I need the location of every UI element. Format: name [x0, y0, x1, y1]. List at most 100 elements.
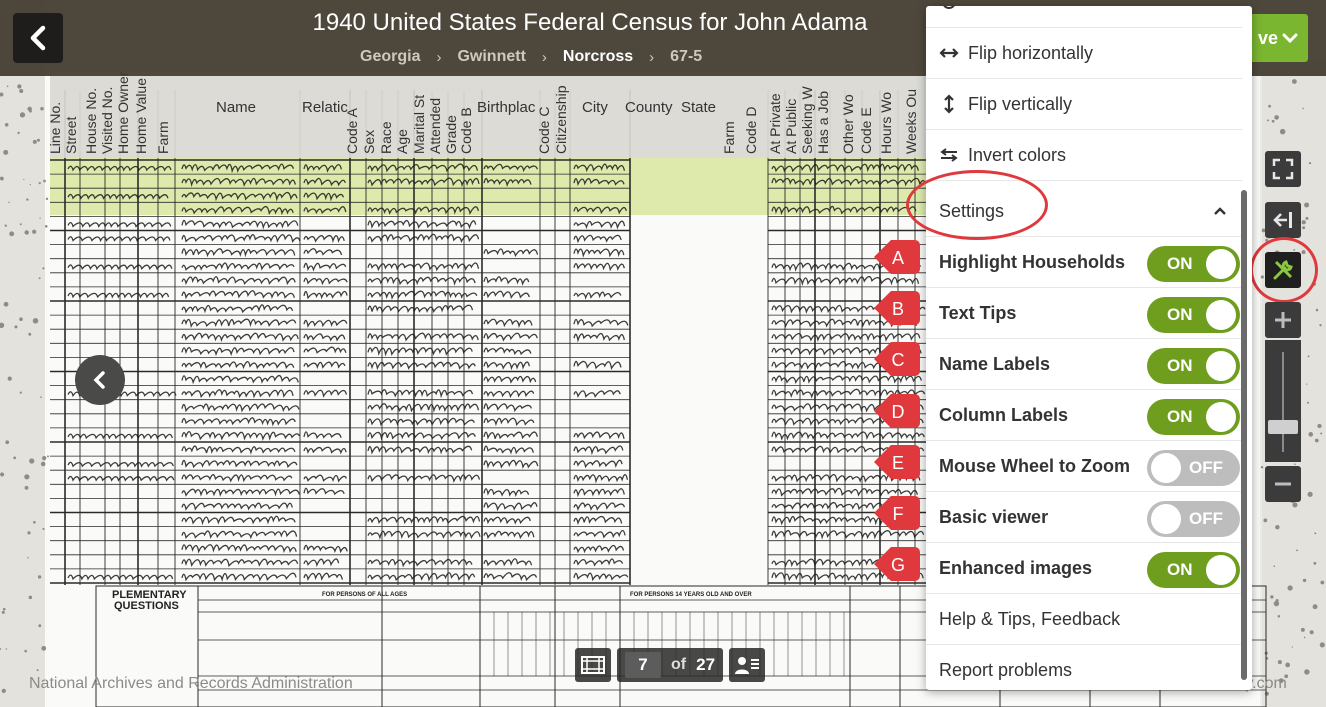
breadcrumb-item-county[interactable]: Gwinnett [457, 48, 525, 66]
setting-label: Text Tips [939, 302, 1017, 323]
menu-item-help-feedback[interactable]: Help & Tips, Feedback [926, 594, 1242, 645]
zoom-slider-thumb[interactable] [1268, 420, 1298, 434]
chevron-right-icon: › [541, 48, 547, 66]
column-label-vertical: At Private [767, 93, 783, 154]
image-credit: National Archives and Records Administra… [29, 675, 353, 692]
column-label-vertical: Home Owner [115, 71, 131, 154]
chevron-right-icon: › [649, 48, 655, 66]
toggle-knob [1206, 351, 1236, 381]
filmstrip-button[interactable] [575, 648, 611, 682]
setting-column-labels: Column Labels ON [926, 390, 1242, 441]
basic-viewer-toggle[interactable]: OFF [1147, 501, 1240, 537]
marker-letter: B [892, 299, 904, 319]
setting-mouse-wheel-zoom: Mouse Wheel to Zoom OFF [926, 441, 1242, 492]
form-supplementary-label-2: QUESTIONS [114, 600, 179, 612]
annotation-marker-e: E [874, 445, 920, 479]
page-title: 1940 United States Federal Census for Jo… [312, 9, 868, 36]
menu-scrollbar[interactable] [1241, 190, 1247, 680]
marker-letter: C [892, 350, 905, 370]
settings-highlight-ring [906, 170, 1048, 240]
column-label-vertical: Line No. [47, 102, 63, 154]
back-button[interactable] [13, 13, 63, 63]
column-label-vertical: Code A [344, 107, 360, 154]
column-label-vertical: Hours Wo [878, 92, 894, 154]
menu-item-flip-horizontal[interactable]: Flip horizontally [926, 28, 1242, 79]
column-label-vertical: Weeks Ou [903, 89, 919, 154]
tools-highlight-ring [1250, 237, 1318, 303]
zoom-out-icon [1275, 482, 1291, 486]
menu-item-report-problems[interactable]: Report problems [926, 645, 1242, 690]
person-index-button[interactable] [729, 648, 766, 682]
page-counter: 7 of 27 [617, 648, 724, 682]
fullscreen-icon [1272, 158, 1294, 180]
column-label-vertical: House No. [83, 88, 99, 154]
setting-enhanced-images: Enhanced images ON [926, 543, 1242, 594]
mouse-wheel-zoom-toggle[interactable]: OFF [1147, 450, 1240, 486]
column-label-vertical: Citizenship [553, 85, 569, 154]
highlight-households-toggle[interactable]: ON [1147, 246, 1240, 282]
column-label-vertical: Age [394, 129, 410, 154]
annotation-marker-g: G [874, 547, 920, 581]
toggle-state: ON [1167, 254, 1193, 273]
breadcrumb-item-district[interactable]: 67-5 [670, 48, 702, 66]
annotation-marker-a: A [874, 240, 920, 274]
chevron-down-icon [1282, 33, 1298, 44]
column-label-vertical: Street [63, 117, 79, 154]
toggle-knob [1206, 402, 1236, 432]
toggle-knob [1151, 504, 1181, 534]
menu-item-rotate-partial[interactable] [926, 6, 1242, 28]
marker-letter: A [892, 248, 904, 268]
annotation-marker-f: F [874, 496, 920, 530]
column-label-vertical: Code C [536, 107, 552, 154]
breadcrumb-item-city[interactable]: Norcross [563, 48, 633, 66]
column-label-vertical: Seeking W [799, 86, 815, 154]
chevron-right-icon: › [436, 48, 442, 66]
form-14-years-label: FOR PERSONS 14 YEARS OLD AND OVER [630, 592, 752, 598]
column-label-vertical: Race [378, 121, 394, 154]
form-all-ages-label: FOR PERSONS OF ALL AGES [322, 592, 407, 598]
setting-label: Enhanced images [939, 557, 1093, 578]
column-labels-toggle[interactable]: ON [1147, 399, 1240, 435]
chevron-left-icon [93, 371, 105, 389]
menu-item-label: Report problems [939, 660, 1073, 680]
setting-highlight-households: Highlight Households ON [926, 237, 1242, 288]
zoom-out-button[interactable] [1265, 466, 1301, 502]
page-number-input[interactable]: 7 [625, 652, 661, 678]
invert-colors-icon [939, 148, 959, 162]
menu-item-label: Flip vertically [968, 93, 1073, 114]
chevron-up-icon [1214, 207, 1226, 215]
menu-item-label: Help & Tips, Feedback [939, 608, 1121, 629]
menu-item-flip-vertical[interactable]: Flip vertically [926, 79, 1242, 130]
toggle-state: ON [1167, 356, 1193, 375]
fullscreen-button[interactable] [1265, 151, 1301, 187]
toggle-state: OFF [1189, 509, 1223, 528]
previous-page-button[interactable] [75, 355, 125, 405]
zoom-in-button[interactable] [1265, 302, 1301, 338]
toggle-knob [1206, 300, 1236, 330]
marker-letter: E [892, 453, 904, 473]
column-label-vertical: Farm [155, 121, 171, 154]
flip-horizontal-icon [939, 46, 959, 60]
text-tips-toggle[interactable]: ON [1147, 297, 1240, 333]
setting-label: Name Labels [939, 353, 1051, 374]
name-labels-toggle[interactable]: ON [1147, 348, 1240, 384]
enhanced-images-toggle[interactable]: ON [1147, 552, 1240, 588]
column-label: Birthplac [477, 99, 536, 116]
annotation-marker-d: D [874, 394, 920, 428]
toggle-state: OFF [1189, 458, 1223, 477]
column-label-vertical: At Public [783, 99, 799, 154]
page-of-label: of [671, 656, 687, 673]
page-navigator: 7 of 27 [575, 648, 766, 682]
breadcrumb-item-state[interactable]: Georgia [360, 48, 420, 66]
marker-letter: G [891, 555, 905, 575]
column-label: City [582, 99, 608, 116]
close-panel-button[interactable] [1265, 202, 1301, 238]
toggle-state: ON [1167, 560, 1193, 579]
toggle-knob [1151, 453, 1181, 483]
menu-item-label: Flip horizontally [968, 42, 1094, 63]
zoom-slider[interactable] [1265, 340, 1301, 462]
column-label: Name [216, 99, 256, 116]
annotation-marker-c: C [874, 342, 920, 376]
setting-label: Basic viewer [939, 506, 1049, 527]
toggle-knob [1206, 555, 1236, 585]
